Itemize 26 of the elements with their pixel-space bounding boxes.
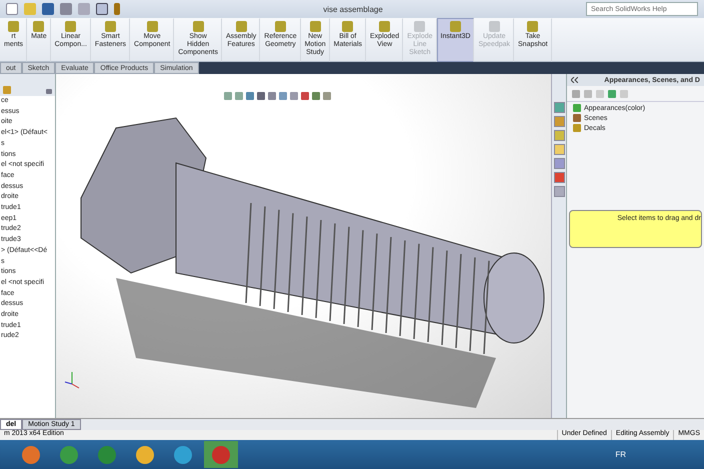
task-pane-tab-icon[interactable]: [554, 130, 564, 141]
task-pane-tab-icon[interactable]: [554, 116, 564, 127]
tool-icon: [488, 21, 500, 32]
task-pane-tab-icon[interactable]: [554, 102, 564, 113]
language-indicator[interactable]: FR: [615, 450, 626, 459]
tool-icon: [274, 21, 286, 32]
tool-icon: [310, 21, 321, 32]
task-pane-tab-icon[interactable]: [554, 144, 564, 155]
tool-icon: [192, 21, 204, 32]
window-title: vise assemblage: [322, 4, 384, 14]
tool-icon: [33, 21, 44, 32]
tool-icon: [527, 21, 538, 32]
tool-icon: [65, 21, 76, 32]
tool-icon: [379, 21, 390, 32]
task-pane-tab-icon[interactable]: [554, 172, 564, 183]
tool-icon: [146, 21, 158, 32]
tool-icon: [342, 21, 354, 32]
collapse-icon[interactable]: [571, 77, 578, 83]
task-pane-tab-icon[interactable]: [554, 158, 564, 169]
tool-icon: [450, 21, 461, 32]
tool-icon: [8, 21, 20, 32]
task-pane-tab-icon[interactable]: [554, 186, 564, 197]
tool-icon: [414, 21, 426, 32]
tool-icon: [104, 21, 116, 32]
tool-icon: [236, 21, 247, 32]
axis-triad-icon: [64, 370, 80, 390]
